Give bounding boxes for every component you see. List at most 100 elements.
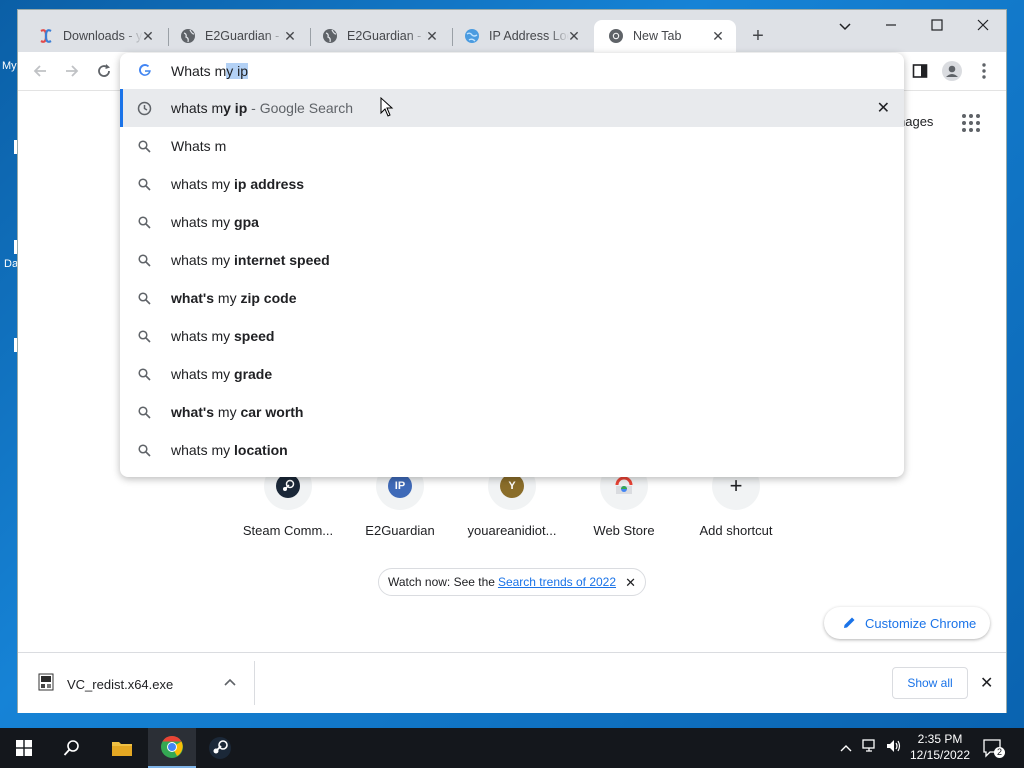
file-explorer-icon[interactable] — [98, 728, 146, 768]
show-all-button[interactable]: Show all — [892, 667, 968, 699]
omnibox-text: Whats my ip — [171, 63, 249, 79]
close-icon[interactable]: ✕ — [710, 28, 726, 45]
close-icon[interactable]: ✕ — [566, 28, 582, 45]
search-icon — [136, 328, 152, 344]
suggestion-prefix: whats m — [171, 328, 224, 344]
suggestion-mid: y — [223, 442, 235, 458]
suggestion-prefix: whats m — [171, 214, 224, 230]
remove-suggestion-icon[interactable]: ✕ — [877, 98, 890, 118]
suggestion-row[interactable]: whats my location — [120, 431, 904, 469]
side-panel-icon[interactable] — [910, 61, 930, 81]
suggestion-row[interactable]: what's my car worth — [120, 393, 904, 431]
chrome-taskbar-icon[interactable] — [148, 728, 196, 768]
suggestion-mid: y — [229, 404, 241, 420]
suggestion-bold: car worth — [240, 404, 304, 420]
suggestion-bold: gpa — [234, 214, 259, 230]
new-tab-plus-icon[interactable]: + — [748, 26, 768, 46]
globe-icon — [180, 28, 196, 44]
promo-text: Watch now: See the — [388, 575, 495, 589]
chevron-up-icon[interactable] — [840, 740, 852, 755]
steam-taskbar-icon[interactable] — [196, 728, 244, 768]
suggestion-prefix: m — [217, 404, 230, 420]
system-clock[interactable]: 2:35 PM 12/15/2022 — [900, 731, 980, 763]
chrome-window: Downloads - y ✕ E2Guardian - U ✕ E2Guard… — [18, 10, 1006, 713]
tab-e2guardian-2[interactable]: E2Guardian - U ✕ — [308, 20, 450, 52]
search-icon — [136, 252, 152, 268]
mouse-cursor-icon — [380, 96, 394, 122]
close-icon[interactable]: ✕ — [424, 28, 440, 45]
back-arrow-icon[interactable] — [30, 61, 50, 81]
globe-icon — [322, 28, 338, 44]
tab-new-tab[interactable]: New Tab ✕ — [594, 20, 736, 52]
suggestion-row[interactable]: what's my zip code — [120, 279, 904, 317]
y-letter-icon: Y — [500, 474, 524, 498]
suggestion-bold: location — [234, 442, 288, 458]
window-close-icon[interactable] — [968, 18, 998, 36]
suggestion-mid: y — [229, 290, 241, 306]
customize-chrome-button[interactable]: Customize Chrome — [824, 607, 990, 639]
desktop-icon-label[interactable]: Da — [4, 258, 18, 270]
desktop-icon-fragment — [14, 240, 17, 254]
suggestion-mid: y — [223, 366, 235, 382]
pencil-icon — [842, 616, 856, 630]
tab-title: E2Guardian - U — [205, 29, 285, 43]
close-icon[interactable]: ✕ — [625, 575, 636, 591]
suggestion-mid: y — [223, 328, 235, 344]
suggestion-row[interactable]: whats my gpa — [120, 203, 904, 241]
suggestion-prefix: whats m — [171, 176, 224, 192]
network-icon[interactable] — [862, 739, 878, 756]
tab-ip-address-locator[interactable]: IP Address Loc ✕ — [450, 20, 592, 52]
installer-file-icon — [38, 673, 54, 696]
typed-text: Whats m — [171, 63, 227, 79]
close-icon[interactable]: ✕ — [980, 673, 993, 693]
search-icon — [136, 138, 152, 154]
divider — [254, 661, 255, 705]
maximize-icon[interactable] — [922, 18, 952, 36]
close-icon[interactable]: ✕ — [140, 28, 156, 45]
tab-title: New Tab — [633, 29, 682, 43]
suggestion-row[interactable]: whats my grade — [120, 355, 904, 393]
suggestion-prefix: m — [217, 290, 230, 306]
search-icon — [136, 442, 152, 458]
tab-title: IP Address Loc — [489, 29, 569, 43]
promo-chip: Watch now: See the Search trends of 2022… — [378, 568, 646, 596]
close-icon[interactable]: ✕ — [282, 28, 298, 45]
tab-e2guardian[interactable]: E2Guardian - U ✕ — [166, 20, 308, 52]
suggestion-prefix: whats m — [171, 100, 224, 116]
search-icon[interactable] — [48, 728, 96, 768]
shortcut-label: Web Store — [593, 523, 655, 538]
add-plus-icon: + — [729, 473, 743, 498]
kebab-menu-icon[interactable] — [974, 61, 994, 81]
download-file-name[interactable]: VC_redist.x64.exe — [67, 677, 173, 692]
windows-start-icon[interactable] — [0, 728, 48, 768]
suggestion-bold: speed — [234, 328, 275, 344]
omnibox-input[interactable]: Whats my ip — [120, 53, 904, 89]
customize-label: Customize Chrome — [865, 615, 977, 631]
download-shelf: VC_redist.x64.exe Show all ✕ — [18, 652, 1006, 713]
chevron-up-icon[interactable] — [224, 673, 236, 689]
suggestion-row[interactable]: Whats m — [120, 127, 904, 165]
suggestion-row[interactable]: whats my speed — [120, 317, 904, 355]
tab-strip: Downloads - y ✕ E2Guardian - U ✕ E2Guard… — [18, 10, 1006, 52]
suggestion-bold-prefix: what's — [171, 290, 218, 306]
search-icon — [136, 366, 152, 382]
tab-title: Downloads - y — [63, 29, 143, 43]
suggestion-mid: y — [223, 252, 235, 268]
desktop-icon-label[interactable]: My — [2, 60, 17, 72]
minimize-icon[interactable] — [876, 18, 906, 36]
shortcut-label: Add shortcut — [699, 523, 773, 538]
tab-search-chevron-icon[interactable] — [830, 18, 860, 36]
suggestion-row[interactable]: whats my ip address — [120, 165, 904, 203]
suggestion-suffix: - Google Search — [247, 100, 354, 116]
reload-icon[interactable] — [94, 61, 114, 81]
notification-center-icon[interactable]: 2 — [982, 738, 1005, 758]
suggestion-row[interactable]: whats my ip - Google Search ✕ — [120, 89, 904, 127]
tab-downloads[interactable]: Downloads - y ✕ — [24, 20, 166, 52]
profile-avatar-icon[interactable] — [942, 61, 962, 81]
notification-count-badge: 2 — [994, 747, 1005, 758]
shortcut-label: youareanidiot... — [467, 523, 557, 538]
suggestion-row[interactable]: whats my internet speed — [120, 241, 904, 279]
search-trends-link[interactable]: Search trends of 2022 — [498, 575, 616, 589]
google-apps-grid-icon[interactable] — [962, 114, 980, 132]
forward-arrow-icon[interactable] — [62, 61, 82, 81]
